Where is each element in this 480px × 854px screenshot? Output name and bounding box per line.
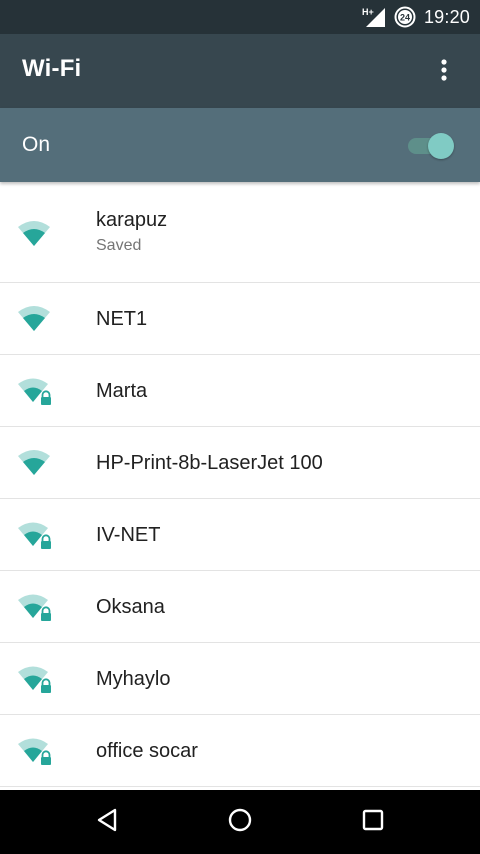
data-saver-icon: 24 — [394, 6, 416, 28]
wifi-lock-icon — [16, 735, 56, 767]
network-name: karapuz — [96, 209, 168, 231]
wifi-master-toggle-row[interactable]: On — [0, 108, 480, 182]
network-item[interactable]: Marta — [0, 355, 480, 427]
network-item[interactable]: Myhaylo — [0, 643, 480, 715]
network-text: Myhaylo — [96, 643, 170, 714]
network-item[interactable]: NET1 — [0, 283, 480, 355]
network-name: Marta — [96, 379, 148, 402]
status-icons: H+ 24 19:20 — [362, 0, 470, 34]
network-item[interactable]: HP-Print-8b-LaserJet 100 — [0, 427, 480, 499]
network-item[interactable]: IV-NET — [0, 499, 480, 571]
network-item[interactable]: office socar — [0, 715, 480, 787]
status-bar: H+ 24 19:20 — [0, 0, 480, 34]
home-button[interactable] — [216, 800, 264, 844]
network-item[interactable]: Oksana — [0, 571, 480, 643]
network-name: office socar — [96, 739, 198, 762]
wifi-lock-icon — [16, 591, 56, 623]
network-name: Myhaylo — [96, 667, 171, 690]
network-status: Saved — [96, 237, 142, 254]
status-time: 19:20 — [423, 6, 470, 27]
svg-text:H+: H+ — [362, 7, 374, 17]
wifi-lock-icon — [16, 375, 56, 407]
svg-text:24: 24 — [400, 13, 410, 23]
wifi-switch[interactable] — [408, 132, 454, 159]
network-name: Oksana — [96, 595, 165, 618]
back-button[interactable] — [84, 800, 132, 844]
recents-button[interactable] — [349, 800, 397, 844]
wifi-settings-screen: H+ 24 19:20 Wi-Fi On karapuz Saved NET1 … — [0, 0, 480, 854]
switch-thumb — [428, 133, 454, 159]
network-list: karapuz Saved NET1 Marta HP-Print-8b-LaserJe… — [0, 182, 480, 787]
wifi-icon — [16, 303, 56, 335]
network-name: HP-Print-8b-LaserJet 100 — [96, 451, 323, 474]
wifi-icon — [16, 447, 56, 479]
network-text: office socar — [96, 715, 198, 786]
network-text: IV-NET — [96, 499, 160, 570]
wifi-lock-icon — [16, 519, 56, 551]
home-icon — [227, 807, 253, 838]
back-icon — [95, 807, 121, 838]
network-text: NET1 — [96, 283, 147, 354]
app-bar: Wi-Fi — [0, 34, 480, 108]
network-name: IV-NET — [96, 523, 161, 546]
more-options-button[interactable] — [422, 50, 466, 94]
page-title: Wi-Fi — [22, 55, 82, 82]
network-text: HP-Print-8b-LaserJet 100 — [96, 427, 323, 498]
recents-icon — [361, 808, 385, 837]
more-vert-icon — [440, 58, 448, 87]
network-name: NET1 — [96, 307, 148, 330]
wifi-toggle-label: On — [22, 133, 51, 156]
network-text: Oksana — [96, 571, 165, 642]
network-item[interactable]: karapuz Saved — [0, 182, 480, 283]
wifi-icon — [16, 218, 56, 250]
navigation-bar — [0, 790, 480, 854]
network-text: Marta — [96, 355, 147, 426]
mobile-signal-icon: H+ — [362, 6, 386, 28]
wifi-lock-icon — [16, 663, 56, 695]
network-text: karapuz Saved — [96, 182, 167, 282]
